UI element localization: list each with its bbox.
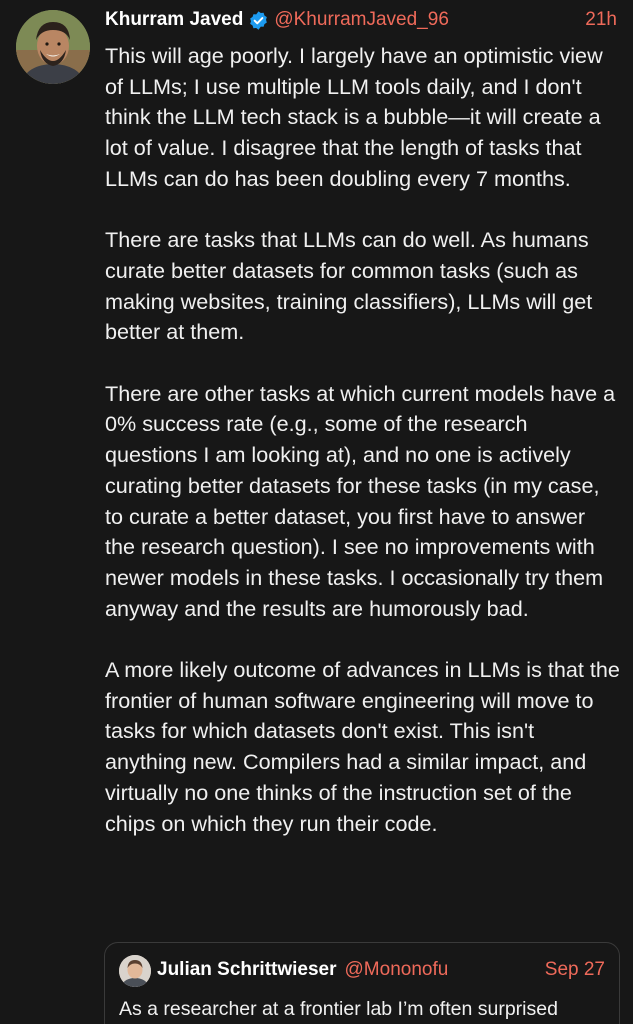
author-handle[interactable]: @KhurramJaved_96 — [274, 9, 449, 31]
quoted-tweet-card[interactable]: Julian Schrittwieser @Mononofu Sep 27 As… — [104, 942, 620, 1024]
tweet-header: Khurram Javed @KhurramJaved_96 21h — [105, 6, 617, 34]
tweet: Khurram Javed @KhurramJaved_96 21h This … — [0, 0, 633, 1024]
quoted-tweet-text: As a researcher at a frontier lab I’m of… — [119, 998, 558, 1020]
quoted-tweet-header: Julian Schrittwieser @Mononofu Sep 27 — [157, 957, 605, 983]
tweet-body: This will age poorly. I largely have an … — [105, 41, 620, 870]
author-avatar[interactable] — [16, 10, 90, 84]
quoted-author-avatar[interactable] — [119, 955, 151, 987]
tweet-paragraph: This will age poorly. I largely have an … — [105, 43, 603, 191]
author-name[interactable]: Khurram Javed — [105, 9, 243, 31]
quoted-author-name[interactable]: Julian Schrittwieser — [157, 959, 337, 981]
quoted-author-handle[interactable]: @Mononofu — [345, 959, 449, 981]
tweet-paragraph: There are tasks that LLMs can do well. A… — [105, 227, 593, 345]
verified-badge-icon — [248, 10, 269, 31]
tweet-paragraph: There are other tasks at which current m… — [105, 380, 616, 621]
quoted-tweet-date[interactable]: Sep 27 — [545, 959, 605, 981]
tweet-paragraph: A more likely outcome of advances in LLM… — [105, 657, 620, 836]
tweet-timestamp[interactable]: 21h — [585, 9, 617, 31]
